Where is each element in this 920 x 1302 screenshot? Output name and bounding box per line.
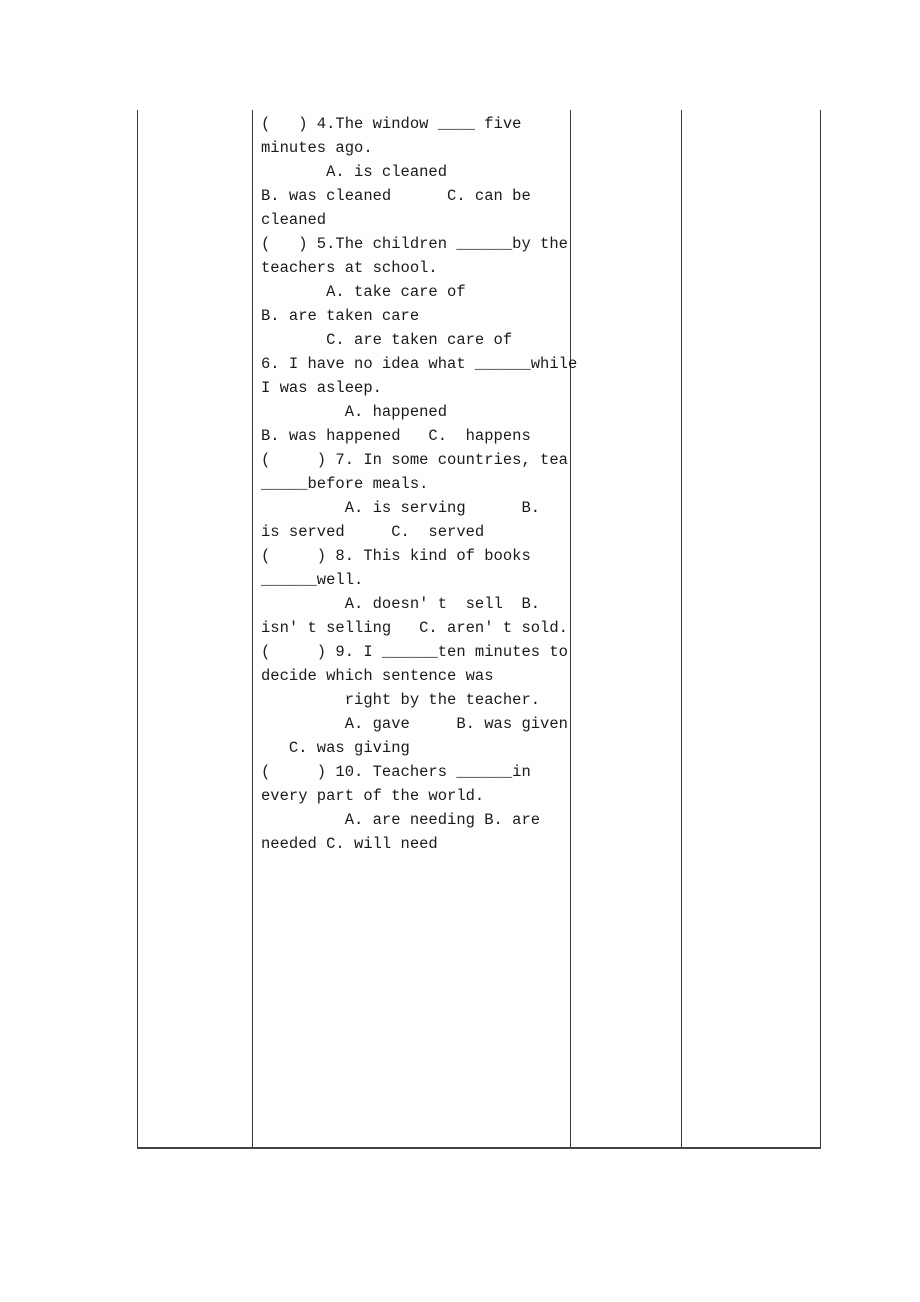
exercise-text-line: A. happened (261, 403, 448, 421)
exercise-text-line: needed C. will need (261, 835, 438, 853)
exercise-text-line: C. are taken care of (261, 331, 513, 349)
exercise-text-line: 6. I have no idea what ______while (261, 355, 578, 373)
exercise-text-line: B. are taken care (261, 307, 420, 325)
document-page: ( ) 4.The window ____ five minutes ago. A… (0, 0, 920, 1302)
exercise-text-line: cleaned (261, 211, 327, 229)
exercise-text-line: isn' t selling C. aren' t sold. (261, 619, 568, 637)
exercise-text-line: ( ) 9. I ______ten minutes to (261, 643, 568, 661)
exercise-text-line: ( ) 4.The window ____ five (261, 115, 522, 133)
exercise-text-line: B. was cleaned C. can be (261, 187, 531, 205)
exercise-text-line: ( ) 10. Teachers ______in (261, 763, 531, 781)
exercise-text-line: _____before meals. (261, 475, 429, 493)
exercise-text-line: decide which sentence was (261, 667, 494, 685)
exercise-text-line: A. are needing B. are (261, 811, 541, 829)
exercise-text-line: ( ) 8. This kind of books (261, 547, 531, 565)
table-border-left (137, 110, 138, 1149)
exercise-text-line: minutes ago. (261, 139, 373, 157)
exercise-text-line: A. is cleaned (261, 163, 448, 181)
exercise-text-line: A. take care of (261, 283, 466, 301)
exercise-text-line: every part of the world. (261, 787, 485, 805)
exercise-text-line: A. doesn' t sell B. (261, 595, 541, 613)
exercise-text-line: teachers at school. (261, 259, 438, 277)
table-column-divider-1 (252, 110, 253, 1149)
exercise-text-line: I was asleep. (261, 379, 382, 397)
exercise-text-line: ( ) 7. In some countries, tea (261, 451, 568, 469)
exercise-text-line: A. is serving B. (261, 499, 541, 517)
exercise-text-line: is served C. served (261, 523, 485, 541)
table-column-divider-2 (570, 110, 571, 1149)
table-border-right (820, 110, 821, 1149)
exercise-text-line: right by the teacher. (261, 691, 541, 709)
table-column-divider-3 (681, 110, 682, 1149)
exercise-text-line: ______well. (261, 571, 364, 589)
exercise-text-line: A. gave B. was given (261, 715, 568, 733)
exercise-text-line: ( ) 5.The children ______by the (261, 235, 568, 253)
table-border-bottom (137, 1147, 821, 1149)
exercise-text-line: B. was happened C. happens (261, 427, 531, 445)
exercise-text-line: C. was giving (261, 739, 410, 757)
